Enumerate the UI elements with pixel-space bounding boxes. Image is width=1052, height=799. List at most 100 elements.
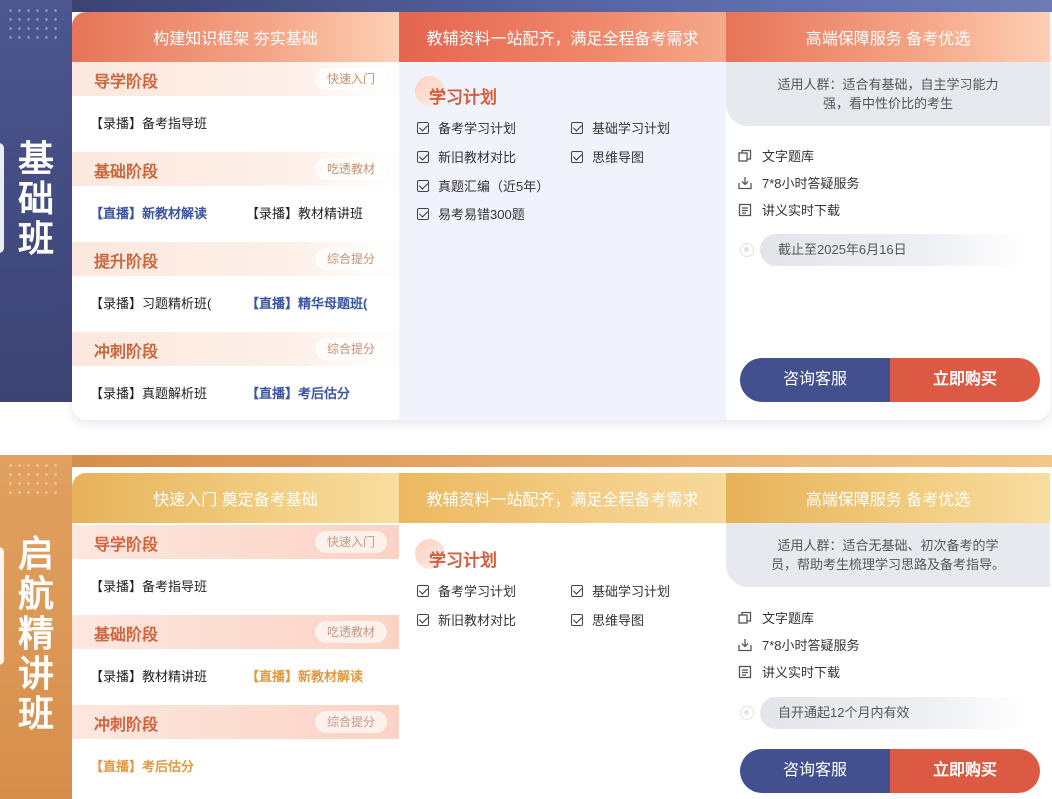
services-column: 高端保障服务 备考优选 适用人群：适合无基础、初次备考的学员，帮助考生梳理学习思…	[726, 473, 1050, 799]
study-plan-label: 学习计划	[429, 551, 497, 570]
course-link[interactable]: 【录播】备考指导班	[90, 576, 207, 595]
checkbox-checked-icon	[417, 207, 429, 220]
plan-item: 新旧教材对比	[417, 610, 516, 629]
course-link[interactable]: 【直播】考后估分	[246, 383, 350, 402]
plan-item-label: 新旧教材对比	[438, 613, 517, 628]
checkbox-checked-icon	[417, 613, 429, 626]
plan-item-label: 易考易错300题	[438, 207, 525, 222]
column-header: 教辅资料一站配齐，满足全程备考需求	[399, 473, 726, 523]
stage-header: 基础阶段 吃透教材	[72, 152, 399, 186]
action-buttons: 咨询客服 立即购买	[740, 358, 1040, 402]
course-section-launch: 启航精讲班 快速入门 奠定备考基础 导学阶段 快速入门 【录播】备考指导班 基础…	[0, 455, 1052, 799]
stage-tag: 综合提分	[314, 711, 387, 733]
radio-dot-icon	[740, 243, 754, 257]
section-sidebar: 基础班	[0, 0, 72, 402]
study-plan-label: 学习计划	[429, 88, 497, 107]
stage-name: 导学阶段	[94, 74, 159, 91]
checkbox-checked-icon	[571, 613, 583, 626]
checkbox-checked-icon	[571, 584, 583, 597]
plan-item-label: 思维导图	[592, 150, 645, 165]
course-section-basic: 基础班 构建知识框架 夯实基础 导学阶段 快速入门 【录播】备考指导班 基础阶段…	[0, 0, 1052, 425]
column-header: 教辅资料一站配齐，满足全程备考需求	[399, 12, 726, 62]
plan-item-label: 真题汇编（近5年）	[438, 179, 550, 194]
plan-item-label: 新旧教材对比	[438, 150, 517, 165]
stage-header: 冲刺阶段 综合提分	[72, 705, 399, 739]
service-label: 文字题库	[762, 149, 815, 164]
plan-item-label: 基础学习计划	[592, 584, 671, 599]
checkbox-checked-icon	[571, 150, 583, 163]
plan-item-label: 备考学习计划	[438, 121, 517, 136]
radio-dot-icon	[740, 706, 754, 720]
service-item: 文字题库	[738, 146, 814, 165]
stage-name: 基础阶段	[94, 627, 159, 644]
service-item: 7*8小时答疑服务	[738, 635, 860, 654]
materials-column: 教辅资料一站配齐，满足全程备考需求 学习计划 备考学习计划 基础学习计划 新旧教…	[399, 473, 726, 799]
course-link[interactable]: 【录播】习题精析班(	[90, 293, 211, 312]
validity-text: 截止至2025年6月16日	[760, 234, 1030, 266]
plan-item-label: 基础学习计划	[592, 121, 671, 136]
checkbox-checked-icon	[571, 121, 583, 134]
stage-name: 基础阶段	[94, 164, 159, 181]
stage-tag: 综合提分	[314, 338, 387, 360]
checkbox-checked-icon	[417, 121, 429, 134]
course-link[interactable]: 【直播】新教材解读	[246, 666, 363, 685]
sidebar-tab-marker	[0, 547, 4, 665]
course-card: 快速入门 奠定备考基础 导学阶段 快速入门 【录播】备考指导班 基础阶段 吃透教…	[72, 473, 1050, 799]
buy-now-button[interactable]: 立即购买	[890, 358, 1040, 402]
stage-tag: 综合提分	[314, 248, 387, 270]
sidebar-tab-marker	[0, 143, 4, 253]
checkbox-checked-icon	[417, 584, 429, 597]
plan-item: 备考学习计划	[417, 118, 516, 137]
course-card: 构建知识框架 夯实基础 导学阶段 快速入门 【录播】备考指导班 基础阶段 吃透教…	[72, 12, 1050, 420]
action-buttons: 咨询客服 立即购买	[740, 749, 1040, 793]
plan-item: 易考易错300题	[417, 204, 525, 223]
stage-name: 导学阶段	[94, 537, 159, 554]
stage-tag: 快速入门	[314, 68, 387, 90]
plan-item: 基础学习计划	[571, 581, 670, 600]
plan-item: 备考学习计划	[417, 581, 516, 600]
services-column: 高端保障服务 备考优选 适用人群：适合有基础，自主学习能力强，看中性价比的考生 …	[726, 12, 1050, 420]
stage-name: 冲刺阶段	[94, 344, 159, 361]
service-label: 文字题库	[762, 611, 815, 626]
course-link[interactable]: 【直播】精华母题班(	[246, 293, 367, 312]
section-title: 基础班	[17, 139, 54, 260]
buy-now-button[interactable]: 立即购买	[890, 749, 1040, 793]
handout-icon	[738, 665, 752, 678]
validity-period: 截止至2025年6月16日	[738, 234, 1038, 266]
course-link[interactable]: 【录播】教材精讲班	[90, 666, 207, 685]
handout-icon	[738, 203, 752, 216]
materials-column: 教辅资料一站配齐，满足全程备考需求 学习计划 备考学习计划 基础学习计划 新旧教…	[399, 12, 726, 420]
consult-service-button[interactable]: 咨询客服	[740, 749, 890, 793]
course-link[interactable]: 【录播】真题解析班	[90, 383, 207, 402]
column-header: 快速入门 奠定备考基础	[72, 473, 399, 523]
dot-pattern-decoration	[6, 461, 58, 495]
service-item: 文字题库	[738, 608, 814, 627]
question-bank-icon	[738, 611, 752, 624]
course-link[interactable]: 【录播】备考指导班	[90, 113, 207, 132]
stage-name: 冲刺阶段	[94, 717, 159, 734]
plan-item: 新旧教材对比	[417, 147, 516, 166]
stages-column: 构建知识框架 夯实基础 导学阶段 快速入门 【录播】备考指导班 基础阶段 吃透教…	[72, 12, 399, 420]
consult-service-button[interactable]: 咨询客服	[740, 358, 890, 402]
plan-item: 基础学习计划	[571, 118, 670, 137]
course-link[interactable]: 【直播】新教材解读	[90, 203, 207, 222]
section-title: 启航精讲班	[17, 534, 54, 735]
column-header: 构建知识框架 夯实基础	[72, 12, 399, 62]
top-band-decoration	[72, 0, 1052, 12]
stage-header: 冲刺阶段 综合提分	[72, 332, 399, 366]
stage-header: 导学阶段 快速入门	[72, 525, 399, 559]
stage-header: 提升阶段 综合提分	[72, 242, 399, 276]
service-label: 7*8小时答疑服务	[762, 638, 860, 653]
plan-item-label: 思维导图	[592, 613, 645, 628]
service-item: 讲义实时下载	[738, 662, 840, 681]
plan-item: 思维导图	[571, 147, 644, 166]
course-link[interactable]: 【直播】考后估分	[90, 756, 194, 775]
service-label: 讲义实时下载	[762, 203, 841, 218]
course-link[interactable]: 【录播】教材精讲班	[246, 203, 363, 222]
service-item: 讲义实时下载	[738, 200, 840, 219]
stages-column: 快速入门 奠定备考基础 导学阶段 快速入门 【录播】备考指导班 基础阶段 吃透教…	[72, 473, 399, 799]
checkbox-checked-icon	[417, 179, 429, 192]
stage-tag: 快速入门	[314, 531, 387, 553]
stage-tag: 吃透教材	[314, 621, 387, 643]
target-audience: 适用人群：适合无基础、初次备考的学员，帮助考生梳理学习思路及备考指导。	[726, 523, 1050, 587]
